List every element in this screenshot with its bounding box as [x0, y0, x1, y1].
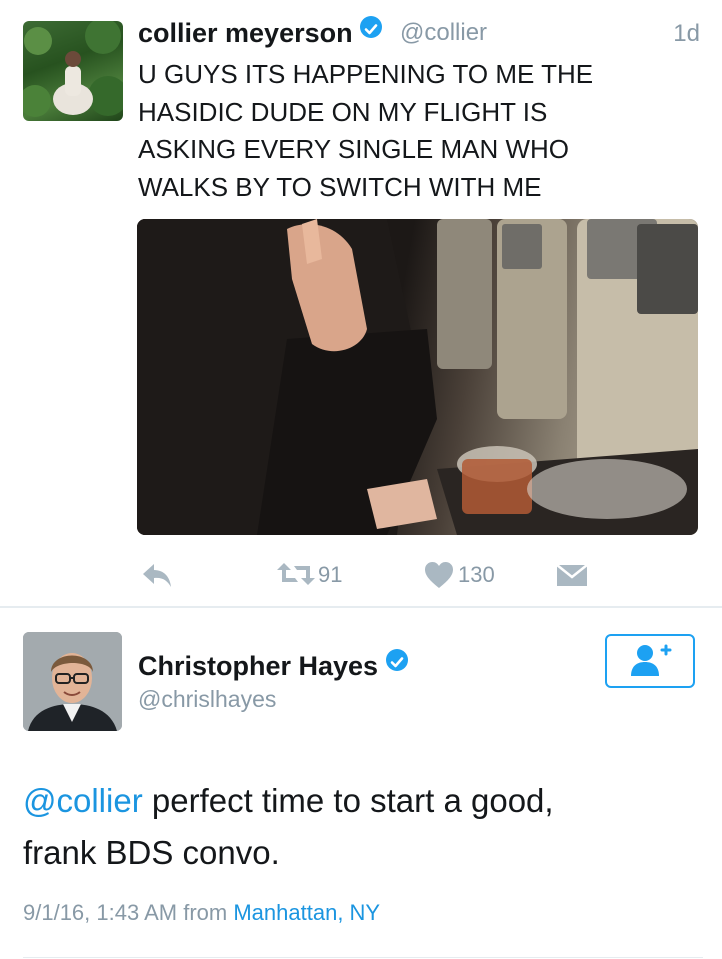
author-name[interactable]: Christopher Hayes	[138, 649, 408, 682]
avatar-photo	[23, 21, 123, 117]
author-name-text[interactable]: Christopher Hayes	[138, 651, 378, 681]
tweet-timestamp[interactable]: 9/1/16, 1:43 AM from	[23, 900, 227, 925]
tweet-text: U GUYS ITS HAPPENING TO ME THE HASIDIC D…	[138, 56, 698, 206]
tweet-text-line: @collier perfect time to start a good,	[23, 775, 703, 827]
tweet-text-line: U GUYS ITS HAPPENING TO ME THE	[138, 59, 594, 89]
bottom-divider	[23, 957, 703, 958]
like-count[interactable]: 130	[458, 562, 495, 588]
reply-icon	[143, 564, 171, 587]
verified-badge-icon	[385, 649, 408, 671]
retweet-count[interactable]: 91	[318, 562, 342, 588]
author-handle[interactable]: @collier	[400, 19, 487, 47]
tweet-text-line: WALKS BY TO SWITCH WITH ME	[138, 171, 542, 202]
tweet-divider	[0, 606, 722, 608]
author-name-text[interactable]: collier meyerson	[138, 18, 353, 48]
tweet-text-line: frank BDS convo.	[23, 834, 280, 871]
avatar[interactable]	[23, 632, 122, 731]
tweet-text-line: HASIDIC DUDE ON MY FLIGHT IS	[138, 96, 548, 127]
tweet-meta: 9/1/16, 1:43 AM from Manhattan, NY	[23, 900, 380, 926]
location-link[interactable]: Manhattan, NY	[233, 900, 380, 925]
envelope-icon	[556, 564, 588, 586]
retweet-icon	[277, 563, 315, 585]
tweet-photo[interactable]	[137, 219, 698, 535]
author-handle[interactable]: @chrislhayes	[138, 686, 276, 713]
tweet-text-line: ASKING EVERY SINGLE MAN WHO	[138, 134, 570, 164]
avatar-photo	[23, 632, 122, 731]
retweet-button[interactable]	[276, 560, 316, 588]
author-name[interactable]: collier meyerson	[138, 16, 383, 49]
tweet-text: @collier perfect time to start a good, f…	[23, 775, 703, 879]
avatar[interactable]	[23, 21, 123, 121]
reply-button[interactable]	[140, 560, 174, 590]
airplane-cabin-photo	[137, 219, 698, 535]
add-user-icon	[631, 644, 672, 676]
mention-link[interactable]: @collier	[23, 782, 143, 819]
like-button[interactable]	[424, 561, 454, 589]
tweet-timestamp[interactable]: 1d	[673, 20, 700, 48]
heart-icon	[425, 562, 453, 588]
verified-badge-icon	[360, 16, 383, 38]
direct-message-button[interactable]	[555, 562, 589, 588]
tweet-text-segment: perfect time to start a good,	[142, 782, 554, 819]
follow-button[interactable]	[605, 634, 695, 688]
